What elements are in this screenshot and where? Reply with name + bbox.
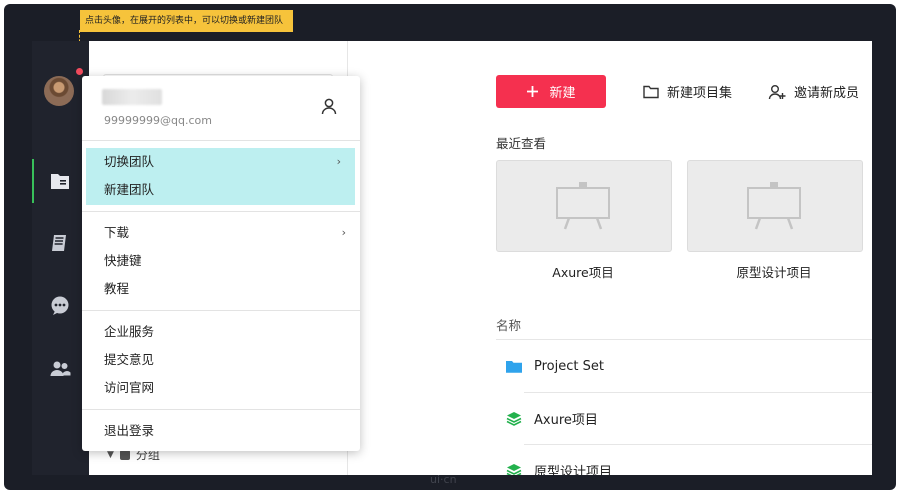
menu-item-label: 快捷键 [104,253,142,268]
recent-card-axure[interactable] [496,160,672,252]
menu-item-shortcuts[interactable]: 快捷键 [82,247,360,275]
grid-icon [119,449,130,460]
menu-item-download[interactable]: 下载 › [82,219,360,247]
chevron-right-icon: › [341,226,346,239]
dropdown-user-header: 99999999@qq.com [82,76,360,140]
list-item[interactable]: Project Set [496,341,872,392]
menu-item-switch-team[interactable]: 切换团队 › [86,148,355,176]
book-icon[interactable] [49,232,71,254]
menu-item-label: 退出登录 [104,423,155,438]
menu-item-label: 教程 [104,281,130,296]
list-item-name: Project Set [534,359,604,374]
recent-card-label: Axure项目 [552,265,614,280]
plus-icon [527,86,539,97]
menu-separator [82,310,360,311]
blurred-username [102,89,162,105]
new-project-button[interactable]: 新建 [496,75,606,108]
list-item[interactable]: 原型设计项目 [496,445,872,475]
layers-icon [506,464,522,475]
caret-down-icon: ▼ [107,449,114,460]
user-email: 99999999@qq.com [104,114,212,127]
list-divider [496,339,872,340]
folder-icon [506,361,522,373]
layers-icon [506,412,522,426]
recent-card-label: 原型设计项目 [736,265,812,280]
menu-separator [82,409,360,410]
menu-item-label: 新建团队 [104,182,155,197]
watermark-text: ui·cn [430,472,457,486]
invite-member-label: 邀请新成员 [794,86,860,101]
new-project-set-label: 新建项目集 [667,86,733,101]
folder-outline-icon [643,85,659,98]
new-project-set-button[interactable]: 新建项目集 [643,75,732,108]
chat-icon[interactable] [49,295,71,317]
menu-item-label: 访问官网 [104,380,155,395]
easel-icon [556,182,610,230]
menu-item-label: 企业服务 [104,324,155,339]
menu-separator [82,211,360,212]
team-icon[interactable] [49,358,71,380]
list-item-name: 原型设计项目 [534,465,613,475]
menu-item-tutorial[interactable]: 教程 [82,275,360,303]
recent-card-prototype[interactable] [687,160,863,252]
new-project-label: 新建 [549,86,576,101]
list-item-name: Axure项目 [534,413,598,428]
avatar[interactable] [44,76,74,106]
list-item[interactable]: Axure项目 [496,393,872,444]
menu-item-label: 下载 [104,225,130,240]
menu-separator [82,140,360,141]
menu-item-logout[interactable]: 退出登录 [82,417,360,445]
user-icon[interactable] [320,97,338,115]
notification-dot [76,68,83,75]
chevron-right-icon: › [336,155,341,168]
recent-title: 最近查看 [496,136,547,151]
main-content: 新建 新建项目集 邀请新成员 最近查看 Axure项目 原型设计项目 名称 Pr… [348,41,872,475]
invite-member-button[interactable]: 邀请新成员 [768,75,859,108]
menu-item-label: 提交意见 [104,352,155,367]
rail-active-indicator [32,159,34,203]
folder-icon[interactable] [49,170,71,192]
nav-rail [32,41,89,475]
menu-item-feedback[interactable]: 提交意见 [82,346,360,374]
watermark: ui·cn [430,470,468,488]
menu-item-new-team[interactable]: 新建团队 [86,176,355,205]
list-header-name: 名称 [496,318,522,333]
menu-item-enterprise[interactable]: 企业服务 [82,318,360,346]
add-user-icon [768,84,786,99]
easel-icon [747,182,801,230]
menu-item-website[interactable]: 访问官网 [82,374,360,402]
annotation-callout: 点击头像，在展开的列表中，可以切换或新建团队 [80,10,293,32]
user-dropdown-menu: 99999999@qq.com 切换团队 › 新建团队 下载 › 快捷键 教程 … [82,76,360,451]
menu-item-label: 切换团队 [104,154,155,169]
